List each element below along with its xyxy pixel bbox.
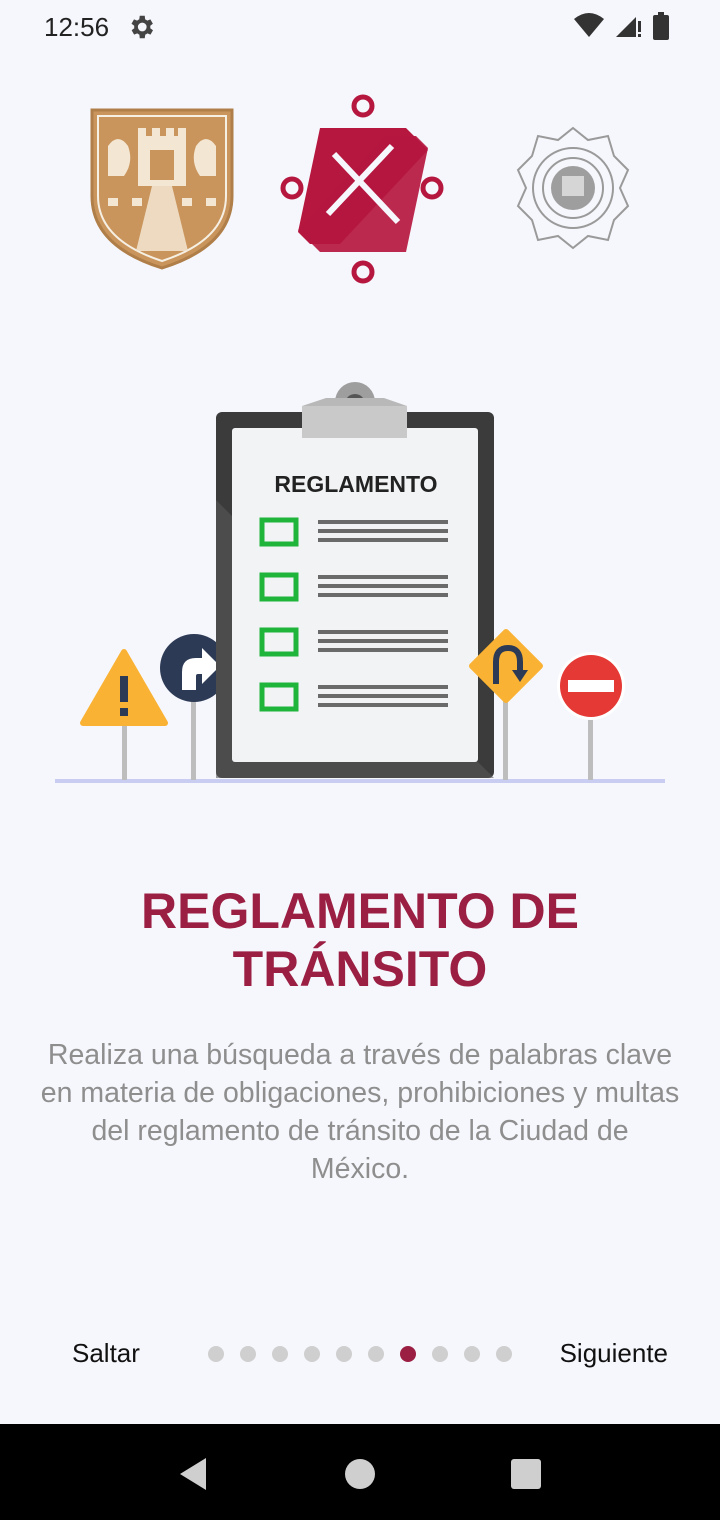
gear-icon — [131, 15, 153, 39]
seguridad-ciudadana-badge-logo — [516, 126, 630, 250]
wifi-icon — [574, 13, 604, 37]
page-dot — [336, 1346, 352, 1362]
no-entry-sign-icon — [557, 652, 625, 780]
android-navigation-bar — [0, 1424, 720, 1520]
page-dot-active — [400, 1346, 416, 1362]
back-icon[interactable] — [174, 1454, 214, 1494]
skip-button[interactable]: Saltar — [72, 1338, 140, 1369]
status-time: 12:56 — [44, 12, 110, 42]
page-description: Realiza una búsqueda a través de palabra… — [40, 1039, 680, 1185]
clipboard-heading: REGLAMENTO — [274, 471, 437, 497]
page-dot — [496, 1346, 512, 1362]
logos-header — [0, 90, 720, 290]
page-dot — [432, 1346, 448, 1362]
recents-icon[interactable] — [506, 1454, 546, 1494]
page-dot — [240, 1346, 256, 1362]
gobierno-cdmx-logo — [280, 94, 444, 284]
battery-icon — [653, 12, 669, 40]
clipboard-icon: REGLAMENTO — [216, 382, 494, 778]
status-bar: 12:56 — [0, 0, 720, 56]
page-dot — [208, 1346, 224, 1362]
signal-icon — [616, 17, 641, 37]
onboarding-navigation: Saltar Siguiente — [0, 1330, 720, 1380]
cdmx-coat-of-arms-logo — [90, 108, 234, 270]
page-title-line2: TRÁNSITO — [232, 941, 488, 997]
page-title-line1: REGLAMENTO DE — [141, 883, 579, 939]
page-dot — [464, 1346, 480, 1362]
page-dot — [304, 1346, 320, 1362]
reglamento-illustration: REGLAMENTO — [55, 382, 665, 783]
page-dot — [272, 1346, 288, 1362]
warning-sign-icon — [80, 649, 168, 780]
page-dot — [368, 1346, 384, 1362]
page-title: REGLAMENTO DE TRÁNSITO — [60, 882, 660, 998]
home-icon[interactable] — [340, 1454, 380, 1494]
next-button[interactable]: Siguiente — [560, 1338, 668, 1369]
